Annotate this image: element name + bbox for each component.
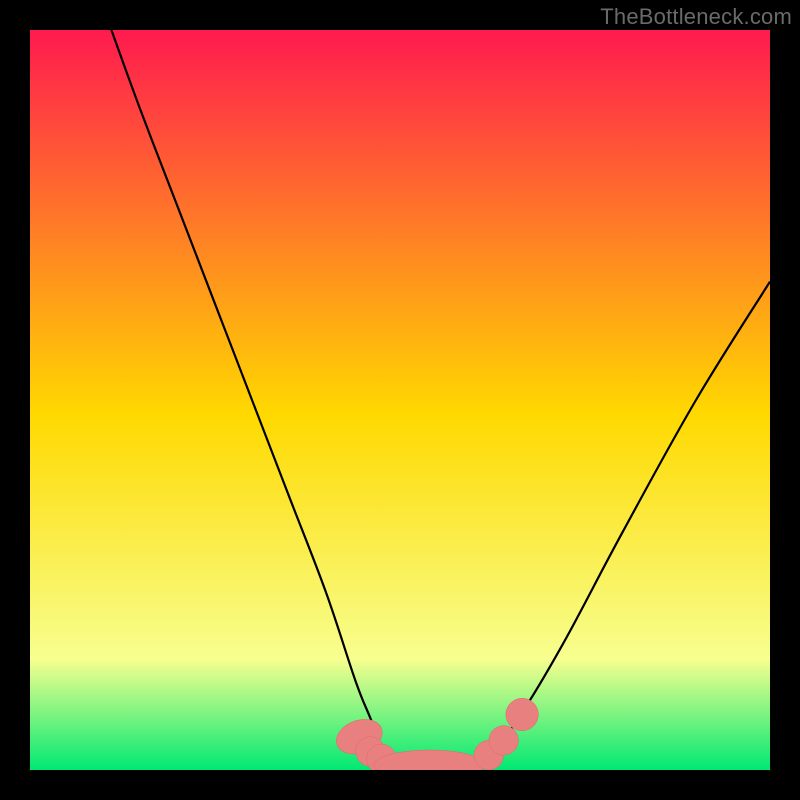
curve-marker	[489, 726, 519, 756]
watermark-text: TheBottleneck.com	[600, 4, 792, 30]
gradient-background	[30, 30, 770, 770]
plot-area	[30, 30, 770, 770]
chart-frame: TheBottleneck.com	[0, 0, 800, 800]
chart-svg	[30, 30, 770, 770]
curve-marker	[506, 698, 539, 731]
